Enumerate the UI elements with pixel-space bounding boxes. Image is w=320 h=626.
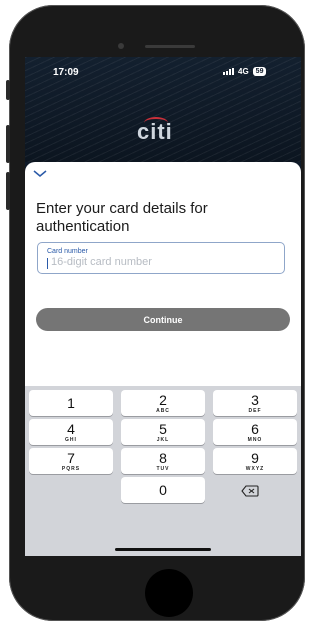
key-digit: 6 [251, 421, 259, 437]
text-caret [47, 258, 48, 269]
key-letters: JKL [156, 437, 170, 443]
status-indicators: 4G 59 [223, 67, 267, 76]
logo-arc [144, 117, 168, 129]
volume-down-button [6, 172, 10, 210]
key-5[interactable]: 5 JKL [121, 419, 205, 445]
key-8[interactable]: 8 TUV [121, 448, 205, 474]
key-9[interactable]: 9 WXYZ [213, 448, 297, 474]
card-number-input[interactable] [51, 256, 271, 268]
key-digit: 9 [251, 450, 259, 466]
home-indicator[interactable] [115, 548, 211, 551]
key-letters: GHI [65, 437, 77, 443]
key-digit: 3 [251, 392, 259, 408]
chevron-down-icon[interactable] [33, 170, 47, 178]
page-title: Enter your card details for authenticati… [36, 200, 208, 235]
key-7[interactable]: 7 PQRS [29, 448, 113, 474]
status-time: 17:09 [53, 67, 79, 78]
citi-logo: citi [137, 117, 173, 145]
key-letters: MNO [247, 437, 263, 443]
volume-up-button [6, 125, 10, 163]
screen: 17:09 4G 59 citi Enter your card details… [25, 57, 301, 556]
key-letters: DEF [248, 408, 262, 414]
key-1[interactable]: 1 [29, 390, 113, 416]
key-0[interactable]: 0 [121, 477, 205, 503]
key-3[interactable]: 3 DEF [213, 390, 297, 416]
hero-banner: 17:09 4G 59 citi [25, 57, 301, 162]
key-digit: 1 [67, 395, 75, 411]
backspace-icon[interactable] [241, 485, 259, 497]
earpiece-speaker [145, 45, 195, 48]
key-digit: 5 [159, 421, 167, 437]
key-letters: ABC [156, 408, 170, 414]
key-letters: PQRS [61, 466, 81, 472]
key-digit: 2 [159, 392, 167, 408]
numeric-keypad: 1 2 ABC 3 DEF 4 GHI 5 JKL 6 MNO 7 PQRS 8… [25, 386, 301, 556]
continue-button[interactable]: Continue [36, 308, 290, 331]
key-letters: WXYZ [245, 466, 265, 472]
key-digit: 4 [67, 421, 75, 437]
battery-icon: 59 [252, 67, 267, 76]
key-6[interactable]: 6 MNO [213, 419, 297, 445]
card-number-label: Card number [47, 248, 88, 255]
mute-switch [6, 80, 10, 100]
key-letters: TUV [156, 466, 170, 472]
key-4[interactable]: 4 GHI [29, 419, 113, 445]
card-number-field[interactable]: Card number [37, 242, 285, 274]
key-digit: 0 [159, 482, 167, 498]
signal-icon [223, 68, 234, 75]
key-digit: 8 [159, 450, 167, 466]
network-type: 4G [238, 67, 249, 76]
key-digit: 7 [67, 450, 75, 466]
home-button[interactable] [145, 569, 193, 617]
front-camera [118, 43, 124, 49]
auth-sheet: Enter your card details for authenticati… [25, 162, 301, 556]
key-2[interactable]: 2 ABC [121, 390, 205, 416]
